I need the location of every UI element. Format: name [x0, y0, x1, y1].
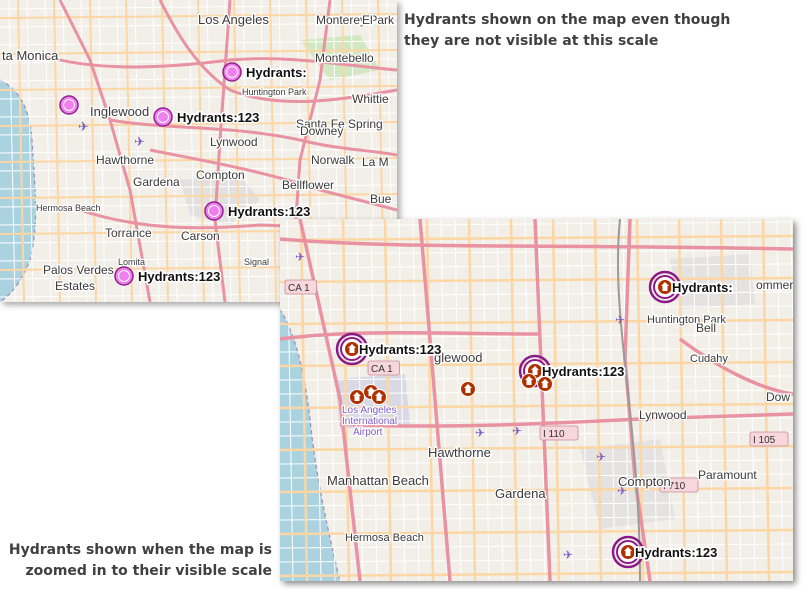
- hydrant-cluster-icon: [114, 266, 134, 286]
- road-shield-label: CA 1: [288, 283, 310, 294]
- place-label: Carson: [181, 229, 220, 243]
- airport-icon: ✈: [615, 313, 625, 327]
- place-label: International: [342, 416, 397, 427]
- place-label: El: [362, 13, 373, 27]
- place-label: Inglewood: [90, 104, 149, 119]
- place-label: Bell: [696, 321, 716, 335]
- place-label: Palos Verdes: [43, 263, 114, 277]
- hydrant-label: Hydrants:: [246, 65, 307, 80]
- hydrant-label: Hydrants:123: [138, 269, 220, 284]
- place-label: Manhattan Beach: [327, 473, 429, 488]
- hydrant-cluster-icon: [59, 95, 79, 115]
- caption-bottom: Hydrants shown when the map is zoomed in…: [6, 540, 272, 582]
- airport-icon: ✈: [596, 450, 606, 464]
- place-label: Downey: [300, 124, 343, 138]
- place-label: La M: [362, 155, 389, 169]
- place-label: Gardena: [495, 486, 546, 501]
- airport-icon: ✈: [512, 424, 522, 438]
- place-label: Bellflower: [282, 178, 334, 192]
- hydrant-cluster-icon: [222, 62, 242, 82]
- place-label: Lynwood: [639, 408, 687, 422]
- place-label: Lomita: [118, 257, 145, 267]
- place-label: Signal: [244, 257, 269, 267]
- caption-bottom-line-1: Hydrants shown when the map is: [8, 542, 272, 558]
- place-label: Montebello: [315, 51, 374, 65]
- airport-icon: ✈: [78, 119, 89, 134]
- place-label: Hermosa Beach: [345, 532, 424, 544]
- hydrant-label: Hydrants:123: [177, 110, 259, 125]
- place-label: Bue: [370, 192, 392, 206]
- place-label: Cudahy: [690, 353, 728, 365]
- place-label: Paramount: [698, 468, 757, 482]
- caption-top: Hydrants shown on the map even though th…: [404, 10, 794, 52]
- place-label: Monterey Park: [316, 13, 395, 27]
- place-label: ommerce: [756, 278, 793, 292]
- place-label: Compton: [196, 168, 245, 182]
- place-label: Huntington Park: [242, 87, 307, 97]
- place-label: Hermosa Beach: [36, 203, 101, 213]
- airport-icon: ✈: [134, 134, 145, 149]
- place-label: Dow: [766, 390, 790, 404]
- hydrant-cluster-icon: [153, 107, 173, 127]
- place-label: Torrance: [105, 226, 152, 240]
- caption-top-line-2: they are not visible at this scale: [404, 33, 659, 49]
- zoomed-map-canvas: ✈✈✈✈✈✈✈CA 1CA 1I 110I 105I 710ommerceHun…: [280, 219, 793, 581]
- place-label: ta Monica: [2, 48, 59, 63]
- hydrant-label: Hydrants:123: [359, 342, 441, 357]
- hydrant-label: Hydrants:123: [635, 545, 717, 560]
- place-label: Los Angeles: [342, 405, 397, 416]
- hydrant-cluster-icon: [204, 201, 224, 221]
- zoomed-map[interactable]: ✈✈✈✈✈✈✈CA 1CA 1I 110I 105I 710ommerceHun…: [280, 219, 793, 581]
- airport-icon: ✈: [563, 548, 573, 562]
- place-label: Whittie: [352, 92, 389, 106]
- place-label: Compton: [618, 474, 671, 489]
- place-label: Los Angeles: [198, 12, 269, 27]
- hydrant-label: Hydrants:123: [542, 364, 624, 379]
- road-shield-label: I 105: [753, 435, 776, 446]
- place-label: Estates: [55, 279, 95, 293]
- hydrant-label: Hydrants:123: [228, 204, 310, 219]
- place-label: Hawthorne: [428, 445, 491, 460]
- place-label: Airport: [353, 427, 383, 438]
- road-shield-label: I 110: [543, 429, 565, 440]
- place-label: Gardena: [133, 175, 180, 189]
- place-label: Norwalk: [311, 153, 355, 167]
- place-label: Hawthorne: [96, 153, 154, 167]
- airport-icon: ✈: [295, 250, 305, 264]
- place-label: Lynwood: [210, 135, 258, 149]
- caption-top-line-1: Hydrants shown on the map even though: [404, 12, 731, 28]
- hydrant-label: Hydrants:: [672, 280, 733, 295]
- caption-bottom-line-2: zoomed in to their visible scale: [25, 563, 272, 579]
- road-shield-label: CA 1: [371, 364, 393, 375]
- airport-icon: ✈: [475, 426, 485, 440]
